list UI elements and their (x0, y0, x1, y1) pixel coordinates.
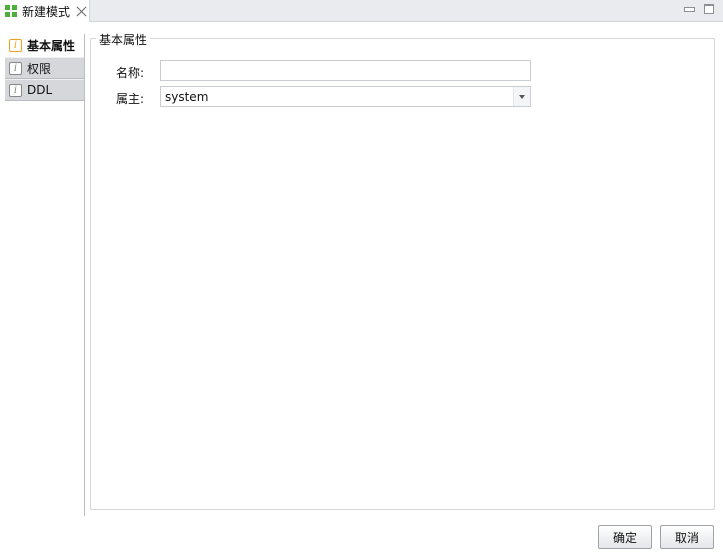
ok-button[interactable]: 确定 (598, 525, 652, 549)
info-icon: i (9, 61, 22, 75)
info-icon: i (9, 39, 22, 52)
nav-item-label: DDL (27, 83, 53, 97)
group-title: 基本属性 (96, 31, 151, 48)
minimize-icon[interactable] (684, 4, 695, 13)
nav-item-ddl[interactable]: i DDL (5, 79, 84, 101)
left-nav: i 基本属性 i 权限 i DDL (5, 34, 85, 516)
nav-item-label: 权限 (27, 61, 52, 76)
chevron-down-icon[interactable] (513, 87, 530, 106)
editor-tab-bar: 新建模式 (0, 0, 723, 22)
tab-new-schema[interactable]: 新建模式 (0, 0, 90, 22)
owner-select[interactable]: system (160, 86, 531, 107)
basic-properties-group: 基本属性 名称: 属主: system (90, 31, 715, 510)
close-icon[interactable] (76, 6, 87, 17)
maximize-icon[interactable] (704, 4, 714, 14)
tab-label: 新建模式 (22, 4, 71, 19)
nav-item-label: 基本属性 (27, 39, 76, 53)
name-input[interactable] (160, 60, 531, 81)
name-label: 名称: (116, 66, 145, 80)
owner-select-value: system (165, 90, 209, 104)
nav-item-permissions[interactable]: i 权限 (5, 57, 84, 79)
cancel-button[interactable]: 取消 (660, 525, 714, 549)
info-icon: i (9, 83, 22, 97)
nav-item-basic-properties[interactable]: i 基本属性 (5, 34, 84, 57)
grid-icon (5, 5, 17, 17)
owner-label: 属主: (116, 92, 145, 106)
